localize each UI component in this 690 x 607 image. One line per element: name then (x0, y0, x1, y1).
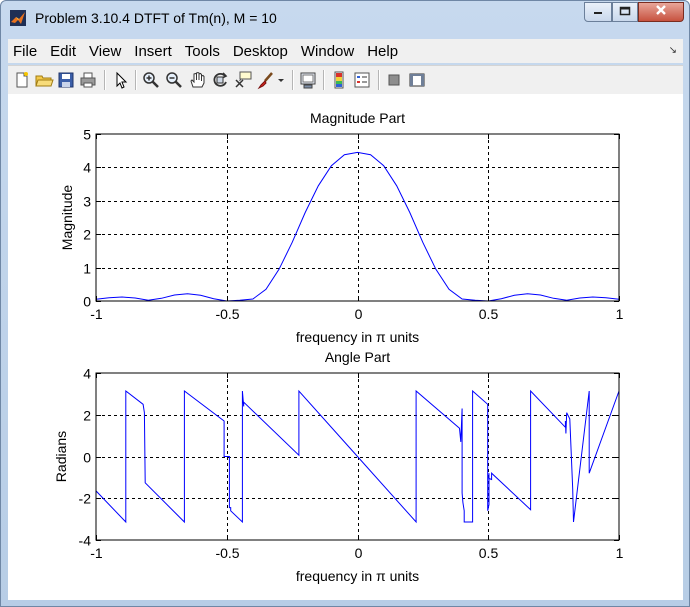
magnitude-ylabel: Magnitude (59, 185, 75, 251)
angle-axes[interactable]: -1 -0.5 0 0.5 1 -4 -2 0 2 4 Angle Part frequency … (53, 349, 624, 584)
hide-plot-tools-icon[interactable] (384, 70, 404, 90)
menu-edit[interactable]: Edit (45, 43, 81, 60)
x-tick-label: -0.5 (215, 545, 239, 561)
window-title: Problem 3.10.4 DTFT of Tm(n), M = 10 (35, 10, 277, 26)
y-tick-label: -2 (79, 491, 92, 507)
new-figure-icon[interactable] (12, 70, 32, 90)
y-tick-label: 0 (83, 450, 91, 466)
x-tick-label: 0 (355, 306, 363, 322)
maximize-icon (619, 3, 631, 21)
rotate-3d-icon[interactable] (210, 70, 230, 90)
close-button[interactable] (638, 2, 684, 22)
angle-ylabel: Radians (53, 431, 69, 482)
link-plot-icon[interactable] (298, 70, 318, 90)
brush-dropdown-icon[interactable] (276, 70, 286, 90)
maximize-button[interactable] (612, 2, 638, 22)
show-plot-tools-icon[interactable] (407, 70, 427, 90)
x-tick-label: 1 (616, 545, 624, 561)
menu-view[interactable]: View (84, 43, 126, 60)
data-cursor-icon[interactable] (233, 70, 253, 90)
x-tick-label: 0 (355, 545, 363, 561)
minimize-button[interactable] (584, 2, 612, 22)
figure-window: Problem 3.10.4 DTFT of Tm(n), M = 10 Fil… (0, 0, 690, 607)
x-tick-label: -1 (90, 306, 103, 322)
angle-title: Angle Part (325, 349, 390, 365)
zoom-in-icon[interactable] (141, 70, 161, 90)
zoom-out-icon[interactable] (164, 70, 184, 90)
x-tick-label: 0.5 (479, 306, 499, 322)
menu-dock-arrow-icon[interactable]: ↘ (669, 45, 677, 56)
legend-icon[interactable] (352, 70, 372, 90)
y-tick-label: -4 (79, 533, 92, 549)
y-tick-label: 4 (83, 160, 91, 176)
figure-toolbar (8, 65, 683, 95)
brush-icon[interactable] (256, 70, 276, 90)
y-tick-label: 2 (83, 227, 91, 243)
menu-window[interactable]: Window (296, 43, 359, 60)
y-tick-label: 3 (83, 194, 91, 210)
title-bar[interactable]: Problem 3.10.4 DTFT of Tm(n), M = 10 (1, 1, 689, 35)
open-file-icon[interactable] (34, 70, 54, 90)
minimize-icon (592, 3, 604, 21)
magnitude-xlabel: frequency in π units (296, 329, 419, 345)
magnitude-title: Magnitude Part (310, 110, 405, 126)
y-tick-label: 5 (83, 127, 91, 143)
menu-desktop[interactable]: Desktop (228, 43, 293, 60)
colorbar-icon[interactable] (329, 70, 349, 90)
magnitude-axes[interactable]: -1 -0.5 0 0.5 1 0 1 2 3 4 5 Magnitude Part frequen… (59, 110, 624, 345)
x-tick-label: -1 (90, 545, 103, 561)
y-tick-label: 0 (83, 294, 91, 310)
y-tick-label: 1 (83, 261, 91, 277)
menu-bar: File Edit View Insert Tools Desktop Wind… (8, 39, 683, 63)
print-icon[interactable] (78, 70, 98, 90)
menu-insert[interactable]: Insert (129, 43, 177, 60)
save-icon[interactable] (56, 70, 76, 90)
y-tick-label: 2 (83, 408, 91, 424)
menu-file[interactable]: File (8, 43, 42, 60)
angle-xlabel: frequency in π units (296, 568, 419, 584)
figure-svg: -1 -0.5 0 0.5 1 0 1 2 3 4 5 Magnitude Part frequen… (53, 110, 624, 584)
close-icon (654, 3, 668, 21)
figure-canvas: -1 -0.5 0 0.5 1 0 1 2 3 4 5 Magnitude Part frequen… (8, 94, 683, 600)
menu-tools[interactable]: Tools (180, 43, 225, 60)
x-tick-label: -0.5 (215, 306, 239, 322)
x-tick-label: 1 (616, 306, 624, 322)
x-tick-label: 0.5 (479, 545, 499, 561)
matlab-logo-icon (10, 10, 26, 26)
pan-hand-icon[interactable] (187, 70, 207, 90)
menu-help[interactable]: Help (362, 43, 403, 60)
y-tick-label: 4 (83, 366, 91, 382)
pointer-icon[interactable] (110, 70, 130, 90)
